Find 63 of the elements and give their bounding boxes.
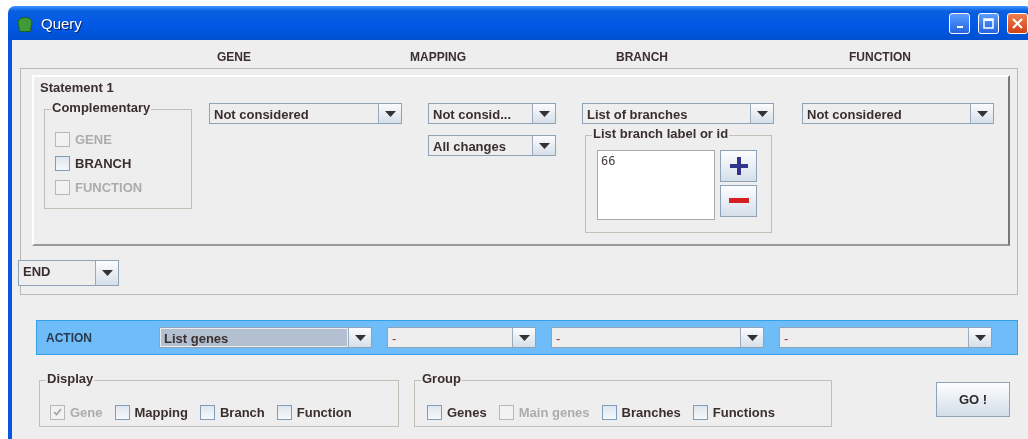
caret-icon xyxy=(384,110,396,117)
checkbox[interactable] xyxy=(114,404,130,420)
caret-icon xyxy=(756,110,768,117)
add-button[interactable] xyxy=(720,150,757,182)
checkbox-label: Branches xyxy=(621,404,681,420)
caret-icon xyxy=(538,110,550,117)
checkbox[interactable] xyxy=(427,404,442,420)
checkbox[interactable] xyxy=(276,404,292,420)
checkbox-label: Gene xyxy=(70,404,103,420)
dropdown[interactable]: Not considered xyxy=(802,103,994,124)
dropdown[interactable]: Not consid... xyxy=(428,103,556,124)
maximize-button[interactable] xyxy=(978,12,999,34)
caret-icon xyxy=(976,110,988,117)
dropdown[interactable]: All changes xyxy=(428,135,556,156)
dropdown[interactable]: Not considered xyxy=(209,103,402,124)
dropdown[interactable]: List genes xyxy=(159,327,372,348)
plus-icon xyxy=(728,156,749,176)
dropdown[interactable]: - xyxy=(551,327,764,348)
checkbox-label: Genes xyxy=(447,404,487,420)
maximize-icon xyxy=(983,17,994,29)
caret-icon xyxy=(101,270,113,276)
check-icon xyxy=(53,408,62,416)
group-title: Group xyxy=(421,371,462,386)
dropdown[interactable]: - xyxy=(387,327,536,348)
dropdown[interactable]: List of branches xyxy=(582,103,774,124)
list-item[interactable]: 66 xyxy=(601,154,711,168)
checkbox-label: Function xyxy=(296,404,352,420)
go-button[interactable]: GO ! xyxy=(936,382,1010,417)
checkbox-label: BRANCH xyxy=(75,156,132,171)
checkbox[interactable] xyxy=(601,404,617,420)
remove-button[interactable] xyxy=(720,185,757,217)
column-header: MAPPING xyxy=(409,50,467,64)
column-header: FUNCTION xyxy=(848,50,912,64)
dropdown[interactable]: - xyxy=(779,327,992,348)
group-title: List branch label or id xyxy=(592,126,730,141)
minimize-button[interactable] xyxy=(949,12,970,34)
checkbox-label: Functions xyxy=(712,404,775,420)
list-box[interactable]: 66 xyxy=(597,150,715,220)
dropdown[interactable]: END xyxy=(18,260,119,286)
column-header: BRANCH xyxy=(615,50,669,64)
minimize-icon xyxy=(956,26,963,28)
checkbox-label: GENE xyxy=(75,132,112,147)
checkbox[interactable] xyxy=(199,404,215,420)
window-title: Query xyxy=(41,14,83,32)
column-header: GENE xyxy=(216,50,252,64)
group-title: Display xyxy=(46,371,95,386)
caret-icon xyxy=(974,334,986,341)
panel-title: Statement 1 xyxy=(40,80,114,95)
checkbox[interactable] xyxy=(692,404,708,420)
checkbox-label: Branch xyxy=(219,404,265,420)
caret-icon xyxy=(354,334,366,341)
checkbox-label: Mapping xyxy=(134,404,188,420)
caret-icon xyxy=(518,334,530,341)
action-label: ACTION xyxy=(46,330,93,345)
group-title: Complementary xyxy=(51,100,152,115)
checkbox[interactable] xyxy=(55,156,70,171)
minus-icon xyxy=(728,198,749,204)
caret-icon xyxy=(538,142,550,149)
close-icon xyxy=(1012,17,1023,29)
checkbox-label: FUNCTION xyxy=(75,180,143,195)
caret-icon xyxy=(746,334,758,341)
checkbox-label: Main genes xyxy=(518,404,590,420)
close-button[interactable] xyxy=(1007,12,1028,34)
